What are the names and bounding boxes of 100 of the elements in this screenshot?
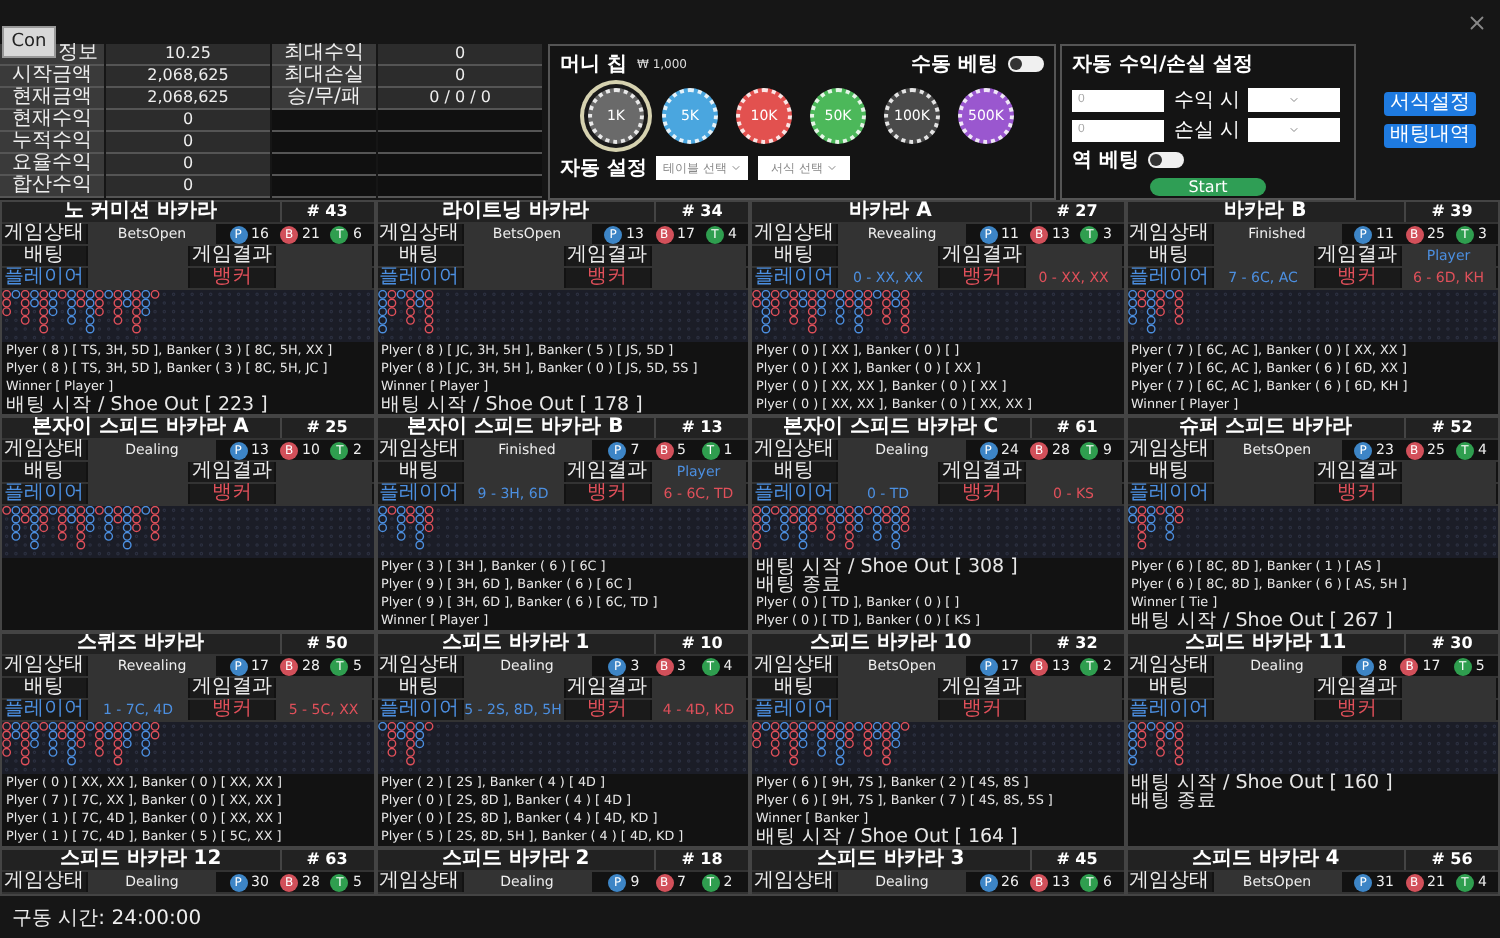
panel-title: 자동 설정 — [560, 156, 647, 182]
table-name: 바카라 B — [1127, 202, 1406, 222]
table-number: # 25 — [281, 418, 373, 438]
side-button[interactable]: 배팅내역 — [1384, 124, 1476, 148]
table-name: 스피드 바카라 4 — [1127, 850, 1406, 870]
table-name: 바카라 A — [752, 202, 1031, 222]
table-number: # 50 — [281, 634, 373, 654]
field-label: 게임결과 — [940, 462, 1024, 482]
player-label: 플레이어 — [752, 268, 836, 288]
player-label: 플레이어 — [2, 268, 86, 288]
field-label: 게임결과 — [1315, 246, 1399, 266]
field-label: 배팅 — [1127, 678, 1211, 698]
field-label: 게임상태 — [377, 656, 461, 676]
field-label: 게임결과 — [1315, 462, 1399, 482]
info-value: 0 / 0 / 0 — [378, 88, 542, 110]
table-number: # 61 — [1031, 418, 1123, 438]
field-label: 게임상태 — [2, 440, 86, 460]
chevron-icon — [730, 162, 743, 174]
side-button[interactable]: 서식설정 — [1384, 92, 1476, 116]
table-number: # 39 — [1406, 202, 1498, 222]
info-label: 승/무/패 — [272, 88, 376, 110]
field-label: 게임상태 — [377, 440, 461, 460]
field-label: 게임상태 — [752, 224, 836, 244]
table-number: # 18 — [656, 850, 748, 870]
table-number: # 30 — [1406, 634, 1498, 654]
field-label: 게임상태 — [752, 440, 836, 460]
info-value: 0 — [106, 132, 270, 154]
field-label: 게임상태 — [1127, 872, 1211, 892]
player-label: 플레이어 — [377, 268, 461, 288]
banker-label: 뱅커 — [940, 268, 1024, 288]
table-number: # 10 — [656, 634, 748, 654]
table-name: 본자이 스피드 바카라 A — [2, 418, 281, 438]
banker-label: 뱅커 — [940, 484, 1024, 504]
banker-label: 뱅커 — [190, 484, 274, 504]
field-label: 게임결과 — [190, 678, 274, 698]
field-label: 게임상태 — [377, 872, 461, 892]
toggle-label: 수동 베팅 — [911, 52, 998, 78]
field-label: 배팅 — [2, 246, 86, 266]
player-label: 플레이어 — [1127, 700, 1211, 720]
table-number: # 52 — [1406, 418, 1498, 438]
info-value: 2,068,625 — [106, 88, 270, 110]
table-number: # 13 — [656, 418, 748, 438]
field-label: 배팅 — [377, 678, 461, 698]
table-number: # 27 — [1031, 202, 1123, 222]
start-button[interactable]: Start — [1150, 178, 1266, 196]
player-label: 플레이어 — [752, 700, 836, 720]
table-number: # 34 — [656, 202, 748, 222]
banker-label: 뱅커 — [565, 484, 649, 504]
field-label: 게임결과 — [190, 246, 274, 266]
player-label: 플레이어 — [2, 700, 86, 720]
table-name: 스피드 바카라 3 — [752, 850, 1031, 870]
field-label: 게임상태 — [752, 656, 836, 676]
banker-label: 뱅커 — [565, 268, 649, 288]
info-value: 0 — [378, 44, 542, 66]
field-label: 배팅 — [1127, 246, 1211, 266]
field-label: 게임상태 — [1127, 224, 1211, 244]
table-number: # 32 — [1031, 634, 1123, 654]
table-name: 스피드 바카라 12 — [2, 850, 281, 870]
manual-bet-toggle[interactable] — [1008, 56, 1044, 72]
field-label: 배팅 — [752, 246, 836, 266]
info-value: 0 — [106, 176, 270, 198]
field-label: 게임상태 — [1127, 440, 1211, 460]
info-label: 요율수익 — [0, 154, 104, 176]
log-line: 배팅 시작 / Shoe Out [ 308 ] — [756, 558, 1020, 576]
player-label: 플레이어 — [1127, 268, 1211, 288]
banker-label: 뱅커 — [190, 700, 274, 720]
field-label: 수익 시 — [1174, 88, 1238, 114]
panel-title: 자동 수익/손실 설정 — [1072, 52, 1256, 78]
banker-label: 뱅커 — [565, 700, 649, 720]
field-label: 게임결과 — [940, 678, 1024, 698]
info-label: 최대손실 — [272, 66, 376, 88]
field-label: 게임결과 — [1315, 678, 1399, 698]
info-value: 2,068,625 — [106, 66, 270, 88]
field-label: 게임상태 — [2, 224, 86, 244]
field-label: 손실 시 — [1174, 118, 1238, 144]
close-icon[interactable] — [1466, 11, 1488, 33]
table-number: # 43 — [281, 202, 373, 222]
field-label: 게임상태 — [2, 656, 86, 676]
log-line: 배팅 시작 / Shoe Out [ 267 ] — [1131, 612, 1395, 630]
field-label: 배팅 — [2, 462, 86, 482]
reverse-bet-toggle[interactable] — [1148, 152, 1185, 168]
table-name: 슈퍼 스피드 바카라 — [1127, 418, 1406, 438]
field-label: 게임상태 — [752, 872, 836, 892]
info-value: 10.25 — [106, 44, 270, 66]
banker-label: 뱅커 — [1315, 268, 1399, 288]
connect-button[interactable]: Con — [2, 26, 56, 58]
toggle-label: 역 베팅 — [1072, 148, 1139, 174]
info-label: 현재금액 — [0, 88, 104, 110]
info-value: 0 — [106, 110, 270, 132]
field-label: 게임상태 — [1127, 656, 1211, 676]
field-label: 게임결과 — [565, 246, 649, 266]
log-line: 배팅 시작 / Shoe Out [ 178 ] — [381, 396, 645, 414]
player-label: 플레이어 — [1127, 484, 1211, 504]
table-name: 스퀴즈 바카라 — [2, 634, 281, 654]
info-label: 최대수익 — [272, 44, 376, 66]
run-time: 구동 시간: 24:00:00 — [12, 905, 202, 931]
chevron-icon — [1288, 94, 1300, 106]
log-line: 배팅 종료 — [1131, 792, 1220, 810]
table-name: 라이트닝 바카라 — [377, 202, 656, 222]
table-name: 스피드 바카라 2 — [377, 850, 656, 870]
